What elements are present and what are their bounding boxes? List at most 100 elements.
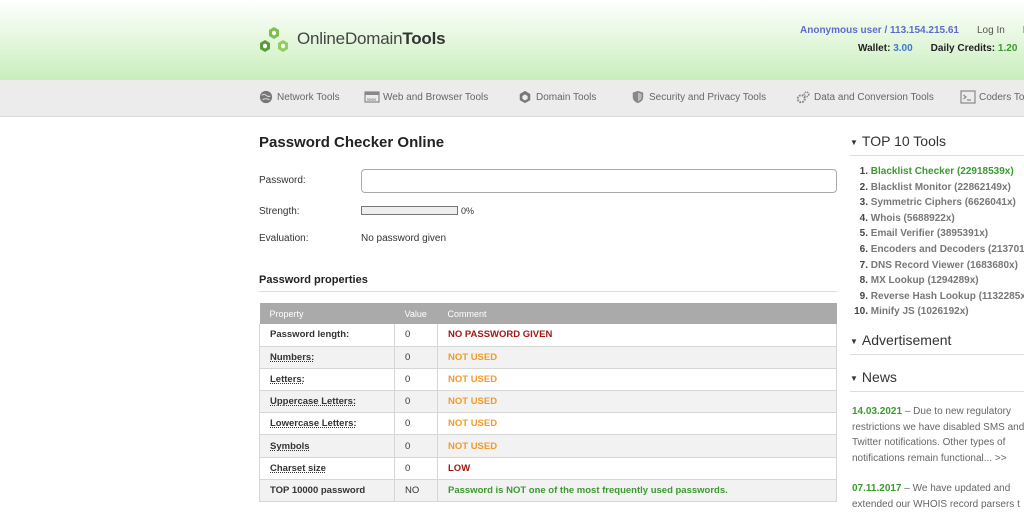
property-comment: NOT USED [437,412,837,436]
property-name[interactable]: Charset size [259,457,395,480]
top-tool-rank: 1. [859,166,868,177]
logo-hexagons-icon [260,27,288,52]
property-name: TOP 10000 password [259,479,395,503]
properties-table: Property Value Comment Password length: 0… [259,303,837,503]
table-row: Lowercase Letters: 0 NOT USED [259,412,837,436]
divider [259,291,837,292]
column-header-value: Value [394,303,438,324]
evaluation-value: No password given [361,233,447,244]
property-comment: NOT USED [437,390,837,414]
globe-icon [259,90,273,104]
nav-domain-tools[interactable]: Domain Tools [517,90,596,104]
top-tool-rank: 3. [859,197,868,209]
top-tool-rank: 9. [859,290,868,302]
nav-label: Network Tools [277,91,340,103]
news-item[interactable]: 07.11.2017 – We have updated and extende… [852,481,1024,512]
collapse-triangle-icon: ▼ [850,373,858,383]
top-tool-label: Minify JS (1026192x) [870,306,969,318]
divider [850,354,1024,355]
header: OnlineDomainTools Anonymous user / 113.1… [0,0,1024,80]
top-tool-label: Blacklist Checker (22918539x) [870,166,1014,177]
browser-icon: www [364,91,380,103]
user-box: Anonymous user / 113.154.215.61 Log In R… [800,25,1024,54]
top-tool-rank: 6. [859,243,868,255]
property-comment: LOW [437,457,837,480]
top-tool-label: Symmetric Ciphers (6626041x) [870,197,1016,209]
top-tool-label: MX Lookup (1294289x) [870,275,979,287]
hexagon-icon [519,90,531,104]
property-value: NO [394,479,438,503]
password-input[interactable] [361,169,837,193]
nav-label: Coders To [979,91,1024,103]
strength-bar [361,206,458,215]
top-tool-item[interactable]: 8. MX Lookup (1294289x) [850,275,1024,291]
top-tool-item[interactable]: 10. Minify JS (1026192x) [850,306,1024,322]
top-tool-rank: 5. [859,228,868,240]
wallet: Wallet: 3.00 [858,43,913,54]
property-name[interactable]: Numbers: [259,346,395,369]
top-tool-label: Whois (5688922x) [870,212,955,224]
site-logo[interactable]: OnlineDomainTools [257,26,446,52]
table-row: Uppercase Letters: 0 NOT USED [259,390,837,414]
property-name[interactable]: Symbols [259,434,395,458]
table-row: Numbers: 0 NOT USED [259,346,837,369]
property-name: Password length: [259,324,395,347]
property-value: 0 [394,324,438,347]
daily-credits: Daily Credits: 1.20 [931,43,1018,54]
wallet-label: Wallet: [858,43,891,54]
property-comment: NOT USED [437,346,837,369]
logo-text-bold: Tools [402,29,446,48]
property-value: 0 [394,434,438,458]
property-name[interactable]: Uppercase Letters: [259,390,395,414]
nav-data-conversion-tools[interactable]: Data and Conversion Tools [795,90,934,104]
column-header-comment: Comment [437,303,837,324]
news-heading[interactable]: ▼ News [850,369,897,385]
nav-coders-tools[interactable]: Coders To [960,90,1024,104]
property-value: 0 [394,457,438,480]
table-row: TOP 10000 password NO Password is NOT one … [259,479,837,503]
nav-label: Domain Tools [536,91,597,103]
evaluation-label: Evaluation: [259,233,309,244]
strength-percent: 0% [461,206,475,216]
advertisement-heading[interactable]: ▼ Advertisement [850,332,951,348]
login-link[interactable]: Log In [977,25,1005,36]
property-name[interactable]: Lowercase Letters: [259,412,395,436]
top-tool-item[interactable]: 6. Encoders and Decoders (213701 [850,244,1024,260]
nav-network-tools[interactable]: Network Tools [258,90,340,104]
top-tools-title: TOP 10 Tools [861,133,946,149]
top-tool-item[interactable]: 4. Whois (5688922x) [850,213,1024,229]
user-ip-link[interactable]: Anonymous user / 113.154.215.61 [800,25,959,36]
news-item[interactable]: 14.03.2021 – Due to new regulatory restr… [852,404,1024,466]
properties-table-body: Password length: 0 NO PASSWORD GIVEN Number… [259,324,837,503]
table-row: Password length: 0 NO PASSWORD GIVEN [259,324,837,347]
wallet-value: 3.00 [893,43,913,54]
top-tool-item[interactable]: 7. DNS Record Viewer (1683680x) [850,260,1024,276]
shield-icon [632,90,644,104]
collapse-triangle-icon: ▼ [850,137,858,147]
properties-title: Password properties [259,274,368,286]
top-tool-item[interactable]: 9. Reverse Hash Lookup (1132285x [850,291,1024,307]
table-row: Symbols 0 NOT USED [259,434,837,458]
top-tool-label: DNS Record Viewer (1683680x) [870,259,1018,271]
property-comment: NOT USED [437,368,837,392]
nav-web-browser-tools[interactable]: www Web and Browser Tools [364,90,488,104]
top-tools-list: 1. Blacklist Checker (22918539x) 2. Black… [850,166,1024,322]
top-tool-rank: 10. [854,306,868,318]
property-name[interactable]: Letters: [259,368,395,392]
main-nav: Network Tools www Web and Browser Tools … [0,80,1024,117]
nav-label: Security and Privacy Tools [649,91,767,103]
property-value: 0 [394,412,438,436]
logo-text: OnlineDomainTools [297,29,446,49]
divider [850,155,1024,156]
password-label: Password: [259,175,306,186]
top-tool-item[interactable]: 3. Symmetric Ciphers (6626041x) [850,197,1024,213]
strength-label: Strength: [259,206,300,217]
nav-label: Data and Conversion Tools [814,91,934,103]
credits-label: Daily Credits: [930,43,996,54]
page-title: Password Checker Online [259,134,445,151]
top-tool-item[interactable]: 2. Blacklist Monitor (22862149x) [850,182,1024,198]
top-tool-item[interactable]: 1. Blacklist Checker (22918539x) [850,166,1024,182]
nav-security-privacy-tools[interactable]: Security and Privacy Tools [630,90,766,104]
top-tools-heading[interactable]: ▼ TOP 10 Tools [850,133,946,149]
top-tool-item[interactable]: 5. Email Verifier (3895391x) [850,228,1024,244]
